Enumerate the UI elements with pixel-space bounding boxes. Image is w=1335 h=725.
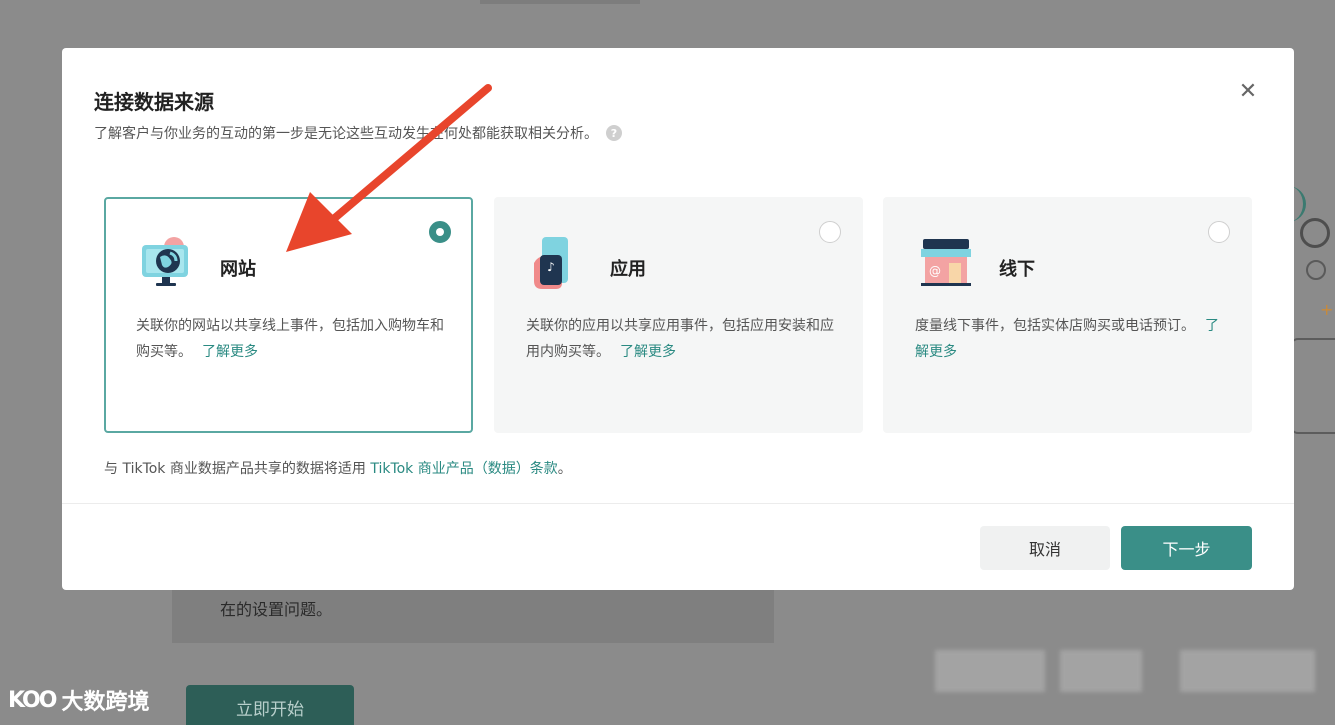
modal-subtitle: 了解客户与你业务的互动的第一步是无论这些互动发生在何处都能获取相关分析。 ?	[94, 123, 622, 143]
modal-subtitle-text: 了解客户与你业务的互动的第一步是无论这些互动发生在何处都能获取相关分析。	[94, 126, 598, 142]
background-header-fragment	[480, 0, 640, 4]
blurred-content	[1180, 650, 1315, 692]
option-description: 关联你的网站以共享线上事件，包括加入购物车和购买等。 了解更多	[136, 313, 451, 365]
watermark-logo: KOO	[8, 687, 57, 713]
terms-prefix: 与 TikTok 商业数据产品共享的数据将适用	[104, 461, 366, 477]
circle-decoration	[1300, 218, 1330, 248]
learn-more-link[interactable]: 了解更多	[202, 344, 258, 360]
footer-divider	[62, 503, 1294, 504]
connect-data-source-modal: 连接数据来源 了解客户与你业务的互动的第一步是无论这些互动发生在何处都能获取相关…	[62, 48, 1294, 590]
sparkle-icon: +	[1320, 300, 1334, 319]
option-description-text: 关联你的应用以共享应用事件，包括应用安装和应用内购买等。	[526, 318, 834, 360]
option-description-text: 关联你的网站以共享线上事件，包括加入购物车和购买等。	[136, 318, 444, 360]
close-icon[interactable]: ✕	[1236, 80, 1260, 104]
svg-text:♪: ♪	[547, 260, 555, 274]
blurred-content	[1060, 650, 1142, 692]
radio-button-selected[interactable]	[429, 221, 451, 243]
website-globe-icon	[142, 237, 188, 286]
offline-store-icon: @	[921, 239, 971, 286]
learn-more-link[interactable]: 了解更多	[620, 344, 676, 360]
watermark-text: 大数跨境	[61, 690, 150, 715]
circle-decoration	[1306, 260, 1326, 280]
watermark: KOO 大数跨境	[8, 684, 149, 716]
option-app[interactable]: ♪ 应用 关联你的应用以共享应用事件，包括应用安装和应用内购买等。 了解更多	[494, 197, 863, 433]
option-description-text: 度量线下事件，包括实体店购买或电话预订。	[915, 318, 1195, 334]
modal-title: 连接数据来源	[94, 90, 214, 114]
app-phone-icon: ♪	[534, 237, 568, 289]
background-illustration: +	[1290, 186, 1335, 450]
option-description: 关联你的应用以共享应用事件，包括应用安装和应用内购买等。 了解更多	[526, 313, 841, 365]
option-label: 线下	[999, 259, 1035, 280]
terms-suffix: 。	[557, 461, 572, 477]
terms-link[interactable]: TikTok 商业产品（数据）条款	[370, 461, 557, 477]
option-website[interactable]: 网站 关联你的网站以共享线上事件，包括加入购物车和购买等。 了解更多	[104, 197, 473, 433]
radio-button[interactable]	[819, 221, 841, 243]
data-source-options: 网站 关联你的网站以共享线上事件，包括加入购物车和购买等。 了解更多 ♪ 应用 关…	[104, 197, 1252, 433]
option-description: 度量线下事件，包括实体店购买或电话预订。 了解更多	[915, 313, 1230, 365]
next-step-button[interactable]: 下一步	[1121, 526, 1252, 570]
blurred-content	[935, 650, 1045, 692]
cancel-button[interactable]: 取消	[980, 526, 1110, 570]
option-offline[interactable]: @ 线下 度量线下事件，包括实体店购买或电话预订。 了解更多	[883, 197, 1252, 433]
terms-notice: 与 TikTok 商业数据产品共享的数据将适用 TikTok 商业产品（数据）条…	[104, 458, 572, 478]
option-label: 应用	[610, 259, 646, 280]
radio-button[interactable]	[1208, 221, 1230, 243]
option-label: 网站	[220, 259, 256, 280]
svg-text:@: @	[929, 264, 941, 278]
cart-panel-decoration	[1290, 338, 1335, 434]
question-icon[interactable]: ?	[606, 125, 622, 141]
background-card-text: 在的设置问题。	[220, 600, 333, 619]
start-now-button[interactable]: 立即开始	[186, 685, 354, 725]
